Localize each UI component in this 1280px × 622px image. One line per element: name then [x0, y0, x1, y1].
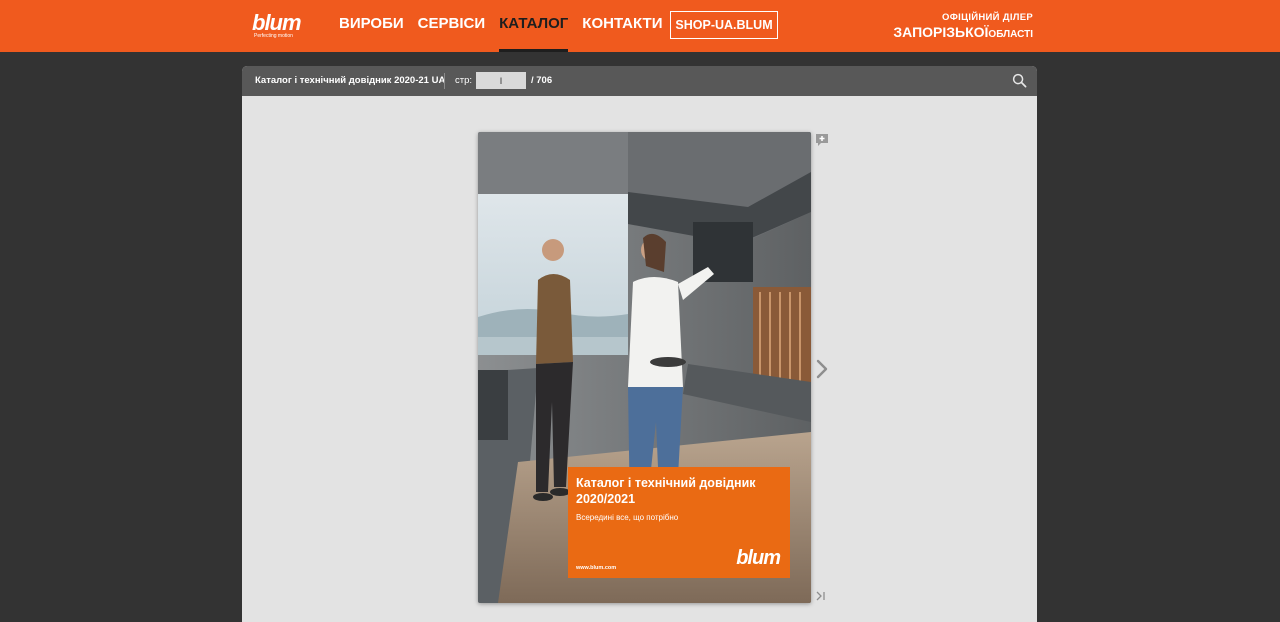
nav-catalog[interactable]: КАТАЛОГ	[499, 0, 569, 52]
cover-promo-block: Каталог і технічний довідник 2020/2021 В…	[568, 467, 790, 578]
page-label: стр:	[455, 75, 473, 86]
dealer-line2: ЗАПОРІЗЬКОЇОБЛАСТІ	[893, 24, 1033, 40]
page-number-input[interactable]	[476, 72, 526, 89]
nav-services[interactable]: СЕРВІСИ	[418, 0, 485, 52]
main-menu: ВИРОБИ СЕРВІСИ КАТАЛОГ КОНТАКТИ	[339, 0, 676, 52]
shop-button[interactable]: SHOP-UA.BLUM	[670, 11, 778, 39]
search-icon[interactable]	[1012, 73, 1027, 88]
document-title: Каталог і технічний довідник 2020-21 UA	[255, 75, 446, 86]
official-dealer-label: ОФІЦІЙНИЙ ДІЛЕР ЗАПОРІЗЬКОЇОБЛАСТІ	[893, 12, 1033, 40]
blum-logo[interactable]: blum Perfecting motion	[246, 9, 322, 41]
viewer-toolbar: Каталог і технічний довідник 2020-21 UA …	[242, 66, 1037, 96]
dealer-region: ЗАПОРІЗЬКОЇ	[893, 24, 989, 40]
chevron-right-icon[interactable]	[815, 358, 829, 380]
nav-contacts[interactable]: КОНТАКТИ	[582, 0, 662, 52]
nav-products[interactable]: ВИРОБИ	[339, 0, 404, 52]
catalog-cover-page[interactable]: Каталог і технічний довідник 2020/2021 В…	[478, 132, 811, 603]
dealer-line1: ОФІЦІЙНИЙ ДІЛЕР	[942, 12, 1033, 23]
cover-logo: blum	[736, 547, 781, 569]
logo-tagline: Perfecting motion	[254, 33, 293, 39]
cover-subtitle: Всередині все, що потрібно	[576, 513, 679, 522]
cover-title: Каталог і технічний довідник 2020/2021	[576, 476, 756, 506]
last-page-icon[interactable]	[815, 590, 827, 602]
page-total: / 706	[531, 75, 553, 86]
cover-url: www.blum.com	[576, 565, 617, 571]
add-note-icon[interactable]	[815, 133, 829, 147]
top-navigation: blum Perfecting motion ВИРОБИ СЕРВІСИ КА…	[0, 0, 1280, 52]
catalog-viewer: Каталог і технічний довідник 2020-21 UA …	[242, 66, 1037, 622]
toolbar-divider	[444, 73, 445, 89]
dealer-suffix: ОБЛАСТІ	[988, 29, 1033, 40]
